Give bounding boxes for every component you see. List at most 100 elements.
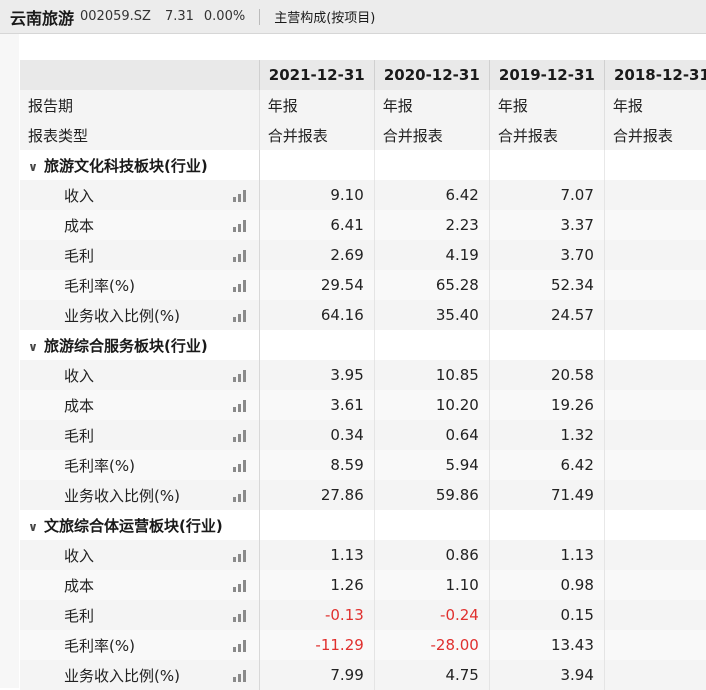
data-cell: 0.86 (373, 540, 490, 570)
data-cell (603, 300, 706, 330)
section-header[interactable]: ∨ 文旅综合体运营板块(行业) (20, 510, 260, 540)
section-header[interactable]: ∨ 旅游文化科技板块(行业) (20, 150, 260, 180)
table-row: 成本 1.26 1.10 0.98 (20, 570, 706, 600)
data-cell: 3.37 (488, 210, 605, 240)
empty-cell (373, 330, 490, 360)
bar-chart-icon[interactable] (232, 279, 249, 292)
row-label: 收入 (20, 180, 260, 210)
stock-name: 云南旅游 (10, 8, 75, 28)
data-cell: 27.86 (258, 480, 375, 510)
data-cell: 1.13 (258, 540, 375, 570)
bar-chart-icon[interactable] (232, 309, 249, 322)
bar-chart-icon[interactable] (232, 189, 249, 202)
row-label: 业务收入比例(%) (20, 660, 260, 690)
data-cell: 3.70 (488, 240, 605, 270)
bar-chart-icon[interactable] (232, 549, 249, 562)
data-cell: 59.86 (373, 480, 490, 510)
data-cell: 1.26 (258, 570, 375, 600)
chevron-down-icon[interactable]: ∨ (26, 160, 40, 174)
table-row: 成本 6.41 2.23 3.37 (20, 210, 706, 240)
column-header[interactable]: 2019-12-31 (489, 60, 605, 90)
section-header-row[interactable]: ∨ 文旅综合体运营板块(行业) (20, 510, 706, 540)
column-header[interactable]: 2021-12-31 (259, 60, 375, 90)
row-label-text: 毛利 (64, 606, 95, 625)
data-cell (603, 660, 706, 690)
row-label-text: 业务收入比例(%) (64, 666, 180, 685)
row-label-text: 收入 (64, 546, 95, 565)
section-title: 旅游文化科技板块(行业) (44, 156, 208, 175)
row-label-text: 成本 (64, 396, 95, 415)
bar-chart-icon[interactable] (232, 669, 249, 682)
chevron-down-icon[interactable]: ∨ (26, 340, 40, 354)
table-area: 2021-12-31 2020-12-31 2019-12-31 2018-12-31… (0, 34, 706, 690)
data-cell: 7.07 (488, 180, 605, 210)
data-cell: 5.94 (373, 450, 490, 480)
data-cell (603, 390, 706, 420)
data-cell: 7.99 (258, 660, 375, 690)
meta-value: 年报 (258, 90, 375, 120)
row-label-text: 毛利率(%) (64, 636, 135, 655)
empty-cell (373, 510, 490, 540)
bar-chart-icon[interactable] (232, 639, 249, 652)
data-cell (603, 210, 706, 240)
data-cell: -0.13 (258, 600, 375, 630)
data-cell: -28.00 (373, 630, 490, 660)
chevron-down-icon[interactable]: ∨ (26, 520, 40, 534)
row-label: 毛利 (20, 600, 260, 630)
data-cell: 10.20 (373, 390, 490, 420)
row-label-text: 毛利率(%) (64, 456, 135, 475)
row-label: 毛利率(%) (20, 630, 260, 660)
data-cell: 19.26 (488, 390, 605, 420)
meta-value: 年报 (373, 90, 490, 120)
data-cell (603, 540, 706, 570)
bar-chart-icon[interactable] (232, 219, 249, 232)
data-cell: 4.75 (373, 660, 490, 690)
empty-cell (488, 330, 605, 360)
data-cell: 0.34 (258, 420, 375, 450)
meta-value: 年报 (603, 90, 706, 120)
data-cell: 20.58 (488, 360, 605, 390)
data-cell: 2.69 (258, 240, 375, 270)
section-header-row[interactable]: ∨ 旅游综合服务板块(行业) (20, 330, 706, 360)
bar-chart-icon[interactable] (232, 399, 249, 412)
column-header[interactable]: 2018-12-31 (604, 60, 706, 90)
data-cell (603, 240, 706, 270)
bar-chart-icon[interactable] (232, 459, 249, 472)
empty-cell (603, 510, 706, 540)
bar-chart-icon[interactable] (232, 249, 249, 262)
row-label: 业务收入比例(%) (20, 300, 260, 330)
bar-chart-icon[interactable] (232, 609, 249, 622)
data-cell: 29.54 (258, 270, 375, 300)
table-row: 成本 3.61 10.20 19.26 (20, 390, 706, 420)
meta-value: 合并报表 (373, 120, 490, 150)
meta-label: 报告期 (20, 90, 260, 120)
data-cell: 3.95 (258, 360, 375, 390)
empty-cell (488, 150, 605, 180)
data-cell: 3.94 (488, 660, 605, 690)
data-cell: -11.29 (258, 630, 375, 660)
data-cell: 24.57 (488, 300, 605, 330)
data-cell: 71.49 (488, 480, 605, 510)
bar-chart-icon[interactable] (232, 489, 249, 502)
row-label-text: 收入 (64, 186, 95, 205)
section-title: 旅游综合服务板块(行业) (44, 336, 208, 355)
divider (259, 8, 261, 25)
meta-value: 合并报表 (488, 120, 605, 150)
section-header-row[interactable]: ∨ 旅游文化科技板块(行业) (20, 150, 706, 180)
row-label-text: 毛利率(%) (64, 276, 135, 295)
empty-cell (603, 150, 706, 180)
data-cell: 6.42 (373, 180, 490, 210)
table-row: 收入 9.10 6.42 7.07 (20, 180, 706, 210)
section-header[interactable]: ∨ 旅游综合服务板块(行业) (20, 330, 260, 360)
data-cell: 2.23 (373, 210, 490, 240)
bar-chart-icon[interactable] (232, 429, 249, 442)
bar-chart-icon[interactable] (232, 579, 249, 592)
data-cell: 0.64 (373, 420, 490, 450)
bar-chart-icon[interactable] (232, 369, 249, 382)
row-label: 毛利率(%) (20, 450, 260, 480)
stock-code: 002059.SZ (80, 9, 151, 24)
data-cell (603, 180, 706, 210)
column-header[interactable]: 2020-12-31 (374, 60, 490, 90)
header-corner (20, 60, 260, 90)
row-label-text: 成本 (64, 216, 95, 235)
